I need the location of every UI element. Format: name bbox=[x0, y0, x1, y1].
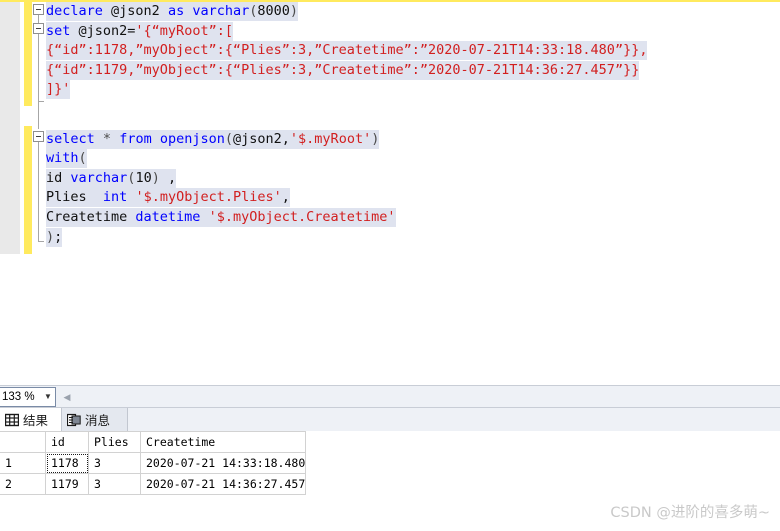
fold-toggle-set[interactable] bbox=[33, 23, 44, 34]
code-line-text: {“id”:1178,”myObject”:{“Plies”:3,”Create… bbox=[46, 41, 648, 61]
column-header-id[interactable]: id bbox=[45, 431, 89, 453]
fold-toggle-declare[interactable] bbox=[33, 4, 44, 15]
zoom-level-value: 133 % bbox=[2, 391, 35, 403]
code-line-text: ]}' bbox=[46, 80, 71, 100]
fold-guide-gap bbox=[38, 101, 39, 129]
cell-createtime[interactable]: 2020-07-21 14:33:18.480 bbox=[140, 452, 307, 474]
row-number-cell[interactable]: 1 bbox=[0, 452, 46, 474]
code-line-text: select * from openjson(@json2,'$.myRoot'… bbox=[46, 129, 380, 149]
results-table: id Plies Createtime 1 1178 3 2020-07-21 14:… bbox=[0, 431, 307, 495]
code-line-text: id varchar(10) , bbox=[46, 168, 177, 188]
code-line-text: {“id”:1179,”myObject”:{“Plies”:3,”Create… bbox=[46, 60, 640, 80]
scroll-left-icon[interactable]: ◀ bbox=[60, 390, 74, 404]
change-bar-block-2 bbox=[24, 126, 32, 254]
code-line-text: Createtime datetime '$.myObject.Createti… bbox=[46, 208, 396, 227]
fold-end-select bbox=[38, 241, 44, 242]
sql-editor-pane[interactable]: declare @json2 as varchar(8000) set @json… bbox=[0, 0, 780, 385]
tab-messages[interactable]: 消息 bbox=[62, 408, 128, 431]
line-4-json-row2: {“id”:1179,”myObject”:{“Plies”:3,”Create… bbox=[46, 60, 640, 81]
column-header-plies[interactable]: Plies bbox=[88, 431, 141, 453]
grid-icon bbox=[4, 413, 20, 427]
code-line-text: set @json2='{“myRoot”:[ bbox=[46, 21, 233, 41]
outlining-gutter[interactable] bbox=[33, 0, 46, 260]
zoom-level-combobox[interactable]: 133 % ▼ bbox=[0, 387, 56, 407]
line-9-id: id varchar(10) , bbox=[46, 168, 177, 189]
code-text-area[interactable]: declare @json2 as varchar(8000) set @json… bbox=[46, 0, 780, 385]
csdn-watermark: CSDN @进阶的喜多萌~ bbox=[610, 505, 770, 521]
code-line-text: Plies int '$.myObject.Plies', bbox=[46, 188, 290, 208]
table-row[interactable]: 2 1179 3 2020-07-21 14:36:27.457 bbox=[0, 473, 307, 495]
line-1-declare: declare @json2 as varchar(8000) bbox=[46, 2, 299, 22]
line-2-set: set @json2='{“myRoot”:[ bbox=[46, 21, 233, 42]
document-icon bbox=[66, 413, 81, 427]
cell-plies[interactable]: 3 bbox=[88, 473, 141, 495]
cell-plies[interactable]: 3 bbox=[88, 452, 141, 474]
change-bar-block-1 bbox=[24, 2, 32, 106]
cell-id[interactable]: 1179 bbox=[45, 473, 89, 495]
cell-id[interactable]: 1178 bbox=[45, 452, 89, 474]
fold-toggle-select[interactable] bbox=[33, 131, 44, 142]
line-12-close: ); bbox=[46, 227, 63, 248]
fold-guide-declare bbox=[38, 15, 39, 23]
column-header-rownum[interactable] bbox=[0, 431, 46, 453]
results-tab-strip: 结果 消息 bbox=[0, 408, 780, 431]
row-number-cell[interactable]: 2 bbox=[0, 473, 46, 495]
line-3-json-row1: {“id”:1178,”myObject”:{“Plies”:3,”Create… bbox=[46, 41, 648, 61]
chevron-down-icon[interactable]: ▼ bbox=[41, 393, 55, 401]
line-5-json-close: ]}' bbox=[46, 80, 71, 100]
line-8-with: with( bbox=[46, 149, 87, 169]
editor-status-strip: 133 % ▼ ◀ bbox=[0, 385, 780, 408]
line-7-select: select * from openjson(@json2,'$.myRoot'… bbox=[46, 129, 380, 150]
line-10-plies: Plies int '$.myObject.Plies', bbox=[46, 188, 290, 208]
line-11-createtime: Createtime datetime '$.myObject.Createti… bbox=[46, 208, 396, 228]
code-line-text: with( bbox=[46, 149, 87, 169]
fold-guide-set bbox=[38, 34, 39, 101]
fold-guide-select bbox=[38, 142, 39, 241]
tab-results-label: 结果 bbox=[23, 414, 49, 428]
column-header-createtime[interactable]: Createtime bbox=[140, 431, 307, 453]
indicator-margin[interactable] bbox=[0, 2, 20, 254]
tab-messages-label: 消息 bbox=[85, 414, 111, 428]
tab-results[interactable]: 结果 bbox=[0, 408, 62, 431]
cell-createtime[interactable]: 2020-07-21 14:36:27.457 bbox=[140, 473, 307, 495]
code-line-text: declare @json2 as varchar(8000) bbox=[46, 2, 299, 21]
table-header-row: id Plies Createtime bbox=[0, 431, 307, 453]
table-row[interactable]: 1 1178 3 2020-07-21 14:33:18.480 bbox=[0, 452, 307, 474]
code-line-text: ); bbox=[46, 227, 63, 247]
